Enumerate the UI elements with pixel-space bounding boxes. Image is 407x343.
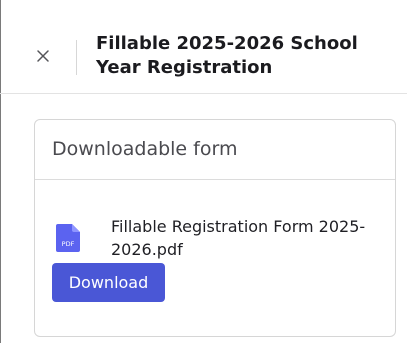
pdf-icon-label: PDF xyxy=(62,240,75,248)
card-header: Downloadable form xyxy=(35,120,395,180)
download-button[interactable]: Download xyxy=(52,263,165,302)
file-name: Fillable Registration Form 2025-2026.pdf xyxy=(111,217,366,259)
panel-header: Fillable 2025-2026 School Year Registrat… xyxy=(0,0,407,94)
pdf-file-icon: PDF xyxy=(56,224,80,252)
downloadable-form-card: Downloadable form PDF Fillable Registrat… xyxy=(34,119,396,337)
form-panel: Fillable 2025-2026 School Year Registrat… xyxy=(0,0,407,343)
close-icon xyxy=(37,50,49,62)
header-divider xyxy=(76,40,77,75)
page-title: Fillable 2025-2026 School Year Registrat… xyxy=(96,33,358,78)
card-title: Downloadable form xyxy=(52,138,238,160)
close-button[interactable] xyxy=(30,43,56,69)
